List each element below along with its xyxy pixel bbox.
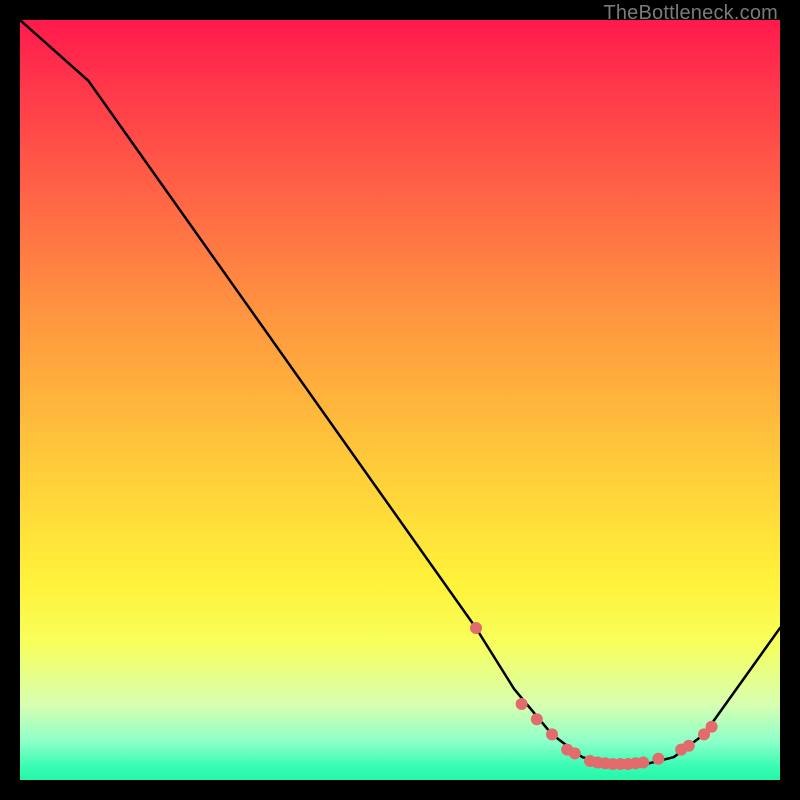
data-marker xyxy=(531,713,543,725)
data-marker xyxy=(652,753,664,765)
chart-frame: TheBottleneck.com xyxy=(0,0,800,800)
data-marker xyxy=(637,757,649,769)
data-marker xyxy=(706,721,718,733)
data-marker xyxy=(470,622,482,634)
data-marker xyxy=(516,698,528,710)
chart-svg xyxy=(20,20,780,780)
watermark-text: TheBottleneck.com xyxy=(603,2,778,25)
data-marker xyxy=(569,747,581,759)
data-markers xyxy=(470,622,718,770)
data-marker xyxy=(546,728,558,740)
gradient-plot-area xyxy=(20,20,780,780)
bottleneck-curve xyxy=(20,20,780,765)
data-marker xyxy=(683,740,695,752)
